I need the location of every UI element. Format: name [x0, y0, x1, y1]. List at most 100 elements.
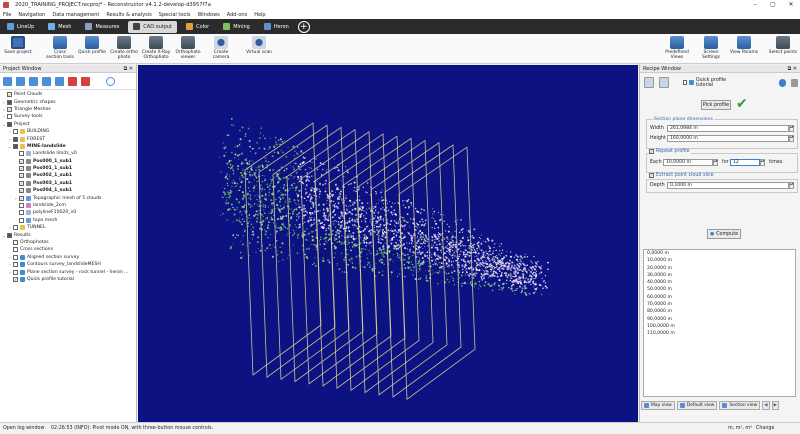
- profile-list-item[interactable]: 0,0000 m: [644, 250, 795, 257]
- visibility-checkbox[interactable]: [7, 232, 12, 238]
- orthophoto-viewer-button[interactable]: Orthophoto viewer: [174, 36, 202, 60]
- tab-cad-output[interactable]: CAD output: [128, 20, 178, 33]
- profile-list-item[interactable]: 50,0000 m: [644, 286, 795, 293]
- tree-node[interactable]: › Aligned section survey: [1, 254, 136, 261]
- visibility-checkbox[interactable]: [19, 173, 24, 179]
- visibility-checkbox[interactable]: [7, 92, 12, 98]
- point-cloud-view[interactable]: [138, 65, 638, 422]
- recipe-panel-controls-icon[interactable]: ⧉ ✕: [788, 66, 797, 72]
- menu-results-analysis[interactable]: Results & analysis: [106, 12, 151, 18]
- tree-node[interactable]: Pos003_1_sub1: [1, 180, 136, 187]
- profile-list-item[interactable]: 20,0000 m: [644, 265, 795, 272]
- visibility-checkbox[interactable]: [13, 254, 18, 260]
- menu-file[interactable]: File: [3, 12, 11, 18]
- visibility-checkbox[interactable]: [7, 99, 12, 105]
- add-tab-button[interactable]: +: [297, 20, 310, 33]
- visibility-checkbox[interactable]: [13, 262, 18, 268]
- create-orthophoto-button[interactable]: Create ortho photo: [110, 36, 138, 60]
- save-project-button[interactable]: Save project: [3, 36, 33, 55]
- next-button[interactable]: ▶: [771, 400, 779, 410]
- profile-list-item[interactable]: 10,0000 m: [644, 257, 795, 264]
- visibility-checkbox[interactable]: [19, 203, 24, 209]
- maximize-icon[interactable]: ▢: [764, 0, 782, 10]
- visibility-checkbox[interactable]: [19, 166, 24, 172]
- select-points-button[interactable]: Select points: [768, 36, 798, 55]
- tree-node[interactable]: landslide_2cm: [1, 202, 136, 209]
- quick-profile-button[interactable]: Quick profile: [78, 36, 106, 55]
- visibility-checkbox[interactable]: [19, 158, 24, 164]
- predefined-views-button[interactable]: Predefined Views: [663, 36, 691, 60]
- extract-slice-checkbox[interactable]: [649, 173, 654, 178]
- tree-node[interactable]: ›Topographic mesh of 5 clouds: [1, 194, 136, 201]
- delete-icon[interactable]: [68, 76, 77, 86]
- tab-heron[interactable]: Heron: [259, 21, 294, 33]
- tree-node[interactable]: Pos000_1_sub1: [1, 158, 136, 165]
- visibility-checkbox[interactable]: [13, 247, 18, 253]
- units-display[interactable]: m, m², m³: [728, 426, 752, 431]
- virtual-scan-button[interactable]: Virtual scan: [245, 36, 273, 55]
- tree-node[interactable]: Pos004_1_sub1: [1, 187, 136, 194]
- tree-node[interactable]: › FOREST: [1, 135, 136, 142]
- open-log-link[interactable]: Open log window: [3, 426, 48, 431]
- repeat-profile-checkbox[interactable]: [649, 149, 654, 154]
- tree-node[interactable]: Cross sections: [1, 246, 136, 253]
- tree-node[interactable]: › Plane section survey - rock tunnel - he…: [1, 268, 136, 275]
- add-icon[interactable]: [3, 76, 12, 86]
- upload-icon[interactable]: [55, 76, 64, 86]
- info-icon[interactable]: [778, 78, 786, 87]
- tree-node[interactable]: Quick profile tutorial: [1, 276, 136, 283]
- visibility-checkbox[interactable]: [13, 269, 18, 275]
- tree-node[interactable]: polylineF10020_v0: [1, 209, 136, 216]
- tab-mesh[interactable]: Mesh: [43, 21, 76, 33]
- visibility-checkbox[interactable]: [19, 195, 24, 201]
- tree-node[interactable]: Pos002_1_sub1: [1, 172, 136, 179]
- each-input[interactable]: 10,0000 m: [663, 159, 713, 166]
- tree-node[interactable]: ⌄ Project: [1, 121, 136, 128]
- tree-node[interactable]: › Contours survey_landslideMESH: [1, 261, 136, 268]
- visibility-checkbox[interactable]: [19, 188, 24, 194]
- profile-list[interactable]: 0,0000 m 10,0000 m 20,0000 m 30,0000 m 40,00…: [643, 249, 796, 397]
- minimize-icon[interactable]: –: [746, 0, 764, 10]
- screen-settings-button[interactable]: Screen Settings: [697, 36, 725, 60]
- profile-list-item[interactable]: 90,0000 m: [644, 316, 795, 323]
- repeat-count-input[interactable]: 12: [730, 159, 760, 166]
- profile-list-item[interactable]: 70,0000 m: [644, 301, 795, 308]
- cross-section-tools-button[interactable]: Cross section tools: [46, 36, 74, 60]
- section-view-button[interactable]: Section view: [719, 400, 761, 410]
- tree-node[interactable]: Pos001_1_sub1: [1, 165, 136, 172]
- pick-profile-button[interactable]: Pick profile: [701, 100, 731, 110]
- each-spinner[interactable]: ▴▾: [713, 159, 718, 166]
- profile-list-item[interactable]: 110,0000 m: [644, 330, 795, 337]
- profile-list-item[interactable]: 60,0000 m: [644, 294, 795, 301]
- menu-data-management[interactable]: Data management: [52, 12, 99, 18]
- menu-special-tools[interactable]: Special tools: [159, 12, 191, 18]
- create-camera-button[interactable]: Create camera: [205, 36, 237, 60]
- menu-help[interactable]: Help: [254, 12, 265, 18]
- import-icon[interactable]: [16, 76, 25, 86]
- profile-list-item[interactable]: 30,0000 m: [644, 272, 795, 279]
- search-icon[interactable]: [106, 76, 115, 86]
- tree-node[interactable]: › BUILDING: [1, 128, 136, 135]
- height-spinner[interactable]: ▴▾: [789, 135, 794, 142]
- tree-node[interactable]: ⌄ Results: [1, 231, 136, 238]
- tree-node[interactable]: ›Triangle Meshes: [1, 106, 136, 113]
- tree-node[interactable]: ⌄ MINE-landslide: [1, 143, 136, 150]
- menu-windows[interactable]: Windows: [197, 12, 219, 18]
- tree-node[interactable]: › Survey tools: [1, 113, 136, 120]
- tab-mining[interactable]: Mining: [218, 21, 255, 33]
- tree-node[interactable]: › Geometric shapes: [1, 98, 136, 105]
- visibility-checkbox[interactable]: [13, 240, 18, 245]
- visibility-checkbox[interactable]: [7, 121, 12, 127]
- visibility-checkbox[interactable]: [13, 136, 18, 142]
- view-params-button[interactable]: View Params: [730, 36, 758, 55]
- profile-list-item[interactable]: 100,0000 m: [644, 323, 795, 330]
- tree-node[interactable]: Landslide limits_v0: [1, 150, 136, 157]
- height-input[interactable]: 160,0000 m: [667, 135, 789, 142]
- visibility-checkbox[interactable]: [13, 276, 18, 282]
- depth-spinner[interactable]: ▴▾: [789, 182, 794, 189]
- visibility-checkbox[interactable]: [19, 210, 24, 216]
- download-icon[interactable]: [42, 76, 51, 86]
- tree-node[interactable]: › TUNNEL: [1, 224, 136, 231]
- visibility-checkbox[interactable]: [19, 180, 24, 186]
- menu-add-ons[interactable]: Add-ons: [227, 12, 247, 18]
